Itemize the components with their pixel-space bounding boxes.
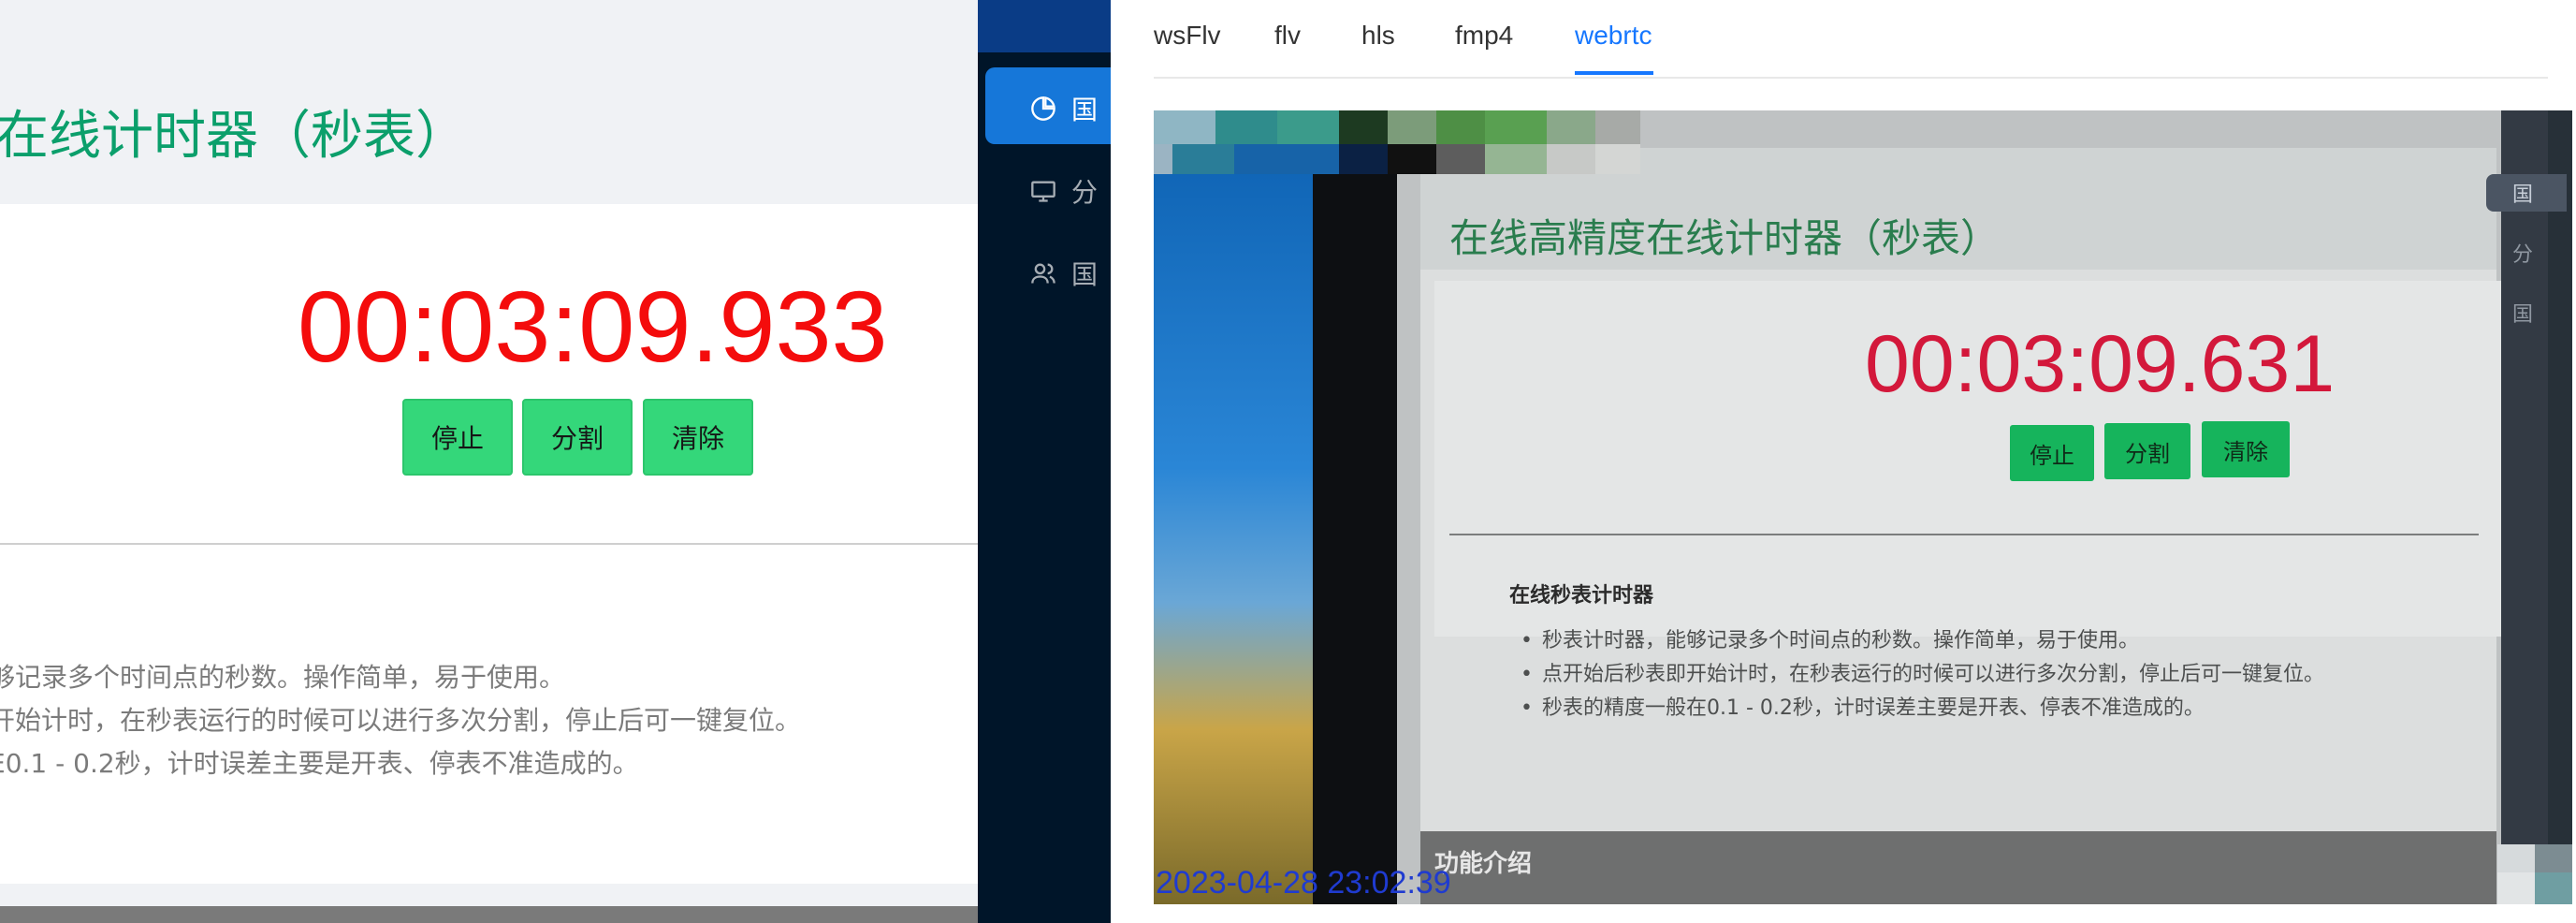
video-timestamp: 2023-04-28 23:02:39 — [1156, 865, 1451, 901]
sidebar-item-1[interactable]: 国 — [1030, 90, 1111, 127]
captured-list-item: 秒表的精度一般在0.1 - 0.2秒，计时误差主要是开表、停表不准造成的。 — [1521, 698, 2205, 719]
stop-button[interactable]: 停止 — [402, 399, 513, 476]
privacy-mosaic — [1154, 110, 1640, 174]
captured-stopwatch: 00:03:09.631 — [1865, 319, 2336, 409]
stopwatch-display: 00:03:09.933 — [298, 270, 888, 383]
privacy-mosaic — [2497, 844, 2572, 904]
description-line: 够记录多个时间点的秒数。操作简单，易于使用。 — [0, 662, 566, 693]
video-player[interactable]: 在线高精度在线计时器（秒表） 00:03:09.631 停止 分割 清除 在线秒… — [1154, 110, 2572, 904]
captured-section-heading: 在线秒表计时器 — [1509, 584, 1654, 608]
sidebar-item-3[interactable]: 国 — [1030, 255, 1111, 292]
monitor-icon — [1031, 181, 1055, 202]
scrollbar[interactable] — [0, 906, 978, 923]
captured-stop-button: 停止 — [2010, 425, 2094, 481]
sidebar-item-2[interactable]: 分 — [1030, 172, 1111, 210]
captured-footer-bar — [1420, 831, 2496, 904]
captured-sidebar-label: 国 — [2512, 303, 2534, 327]
sidebar-header — [978, 0, 1111, 52]
tab-fmp4[interactable]: fmp4 — [1455, 22, 1513, 49]
clear-button[interactable]: 清除 — [643, 399, 753, 476]
users-icon — [1031, 263, 1055, 284]
tabs-divider — [1154, 77, 2548, 79]
pie-chart-icon — [1031, 96, 1055, 121]
tab-webrtc[interactable]: webrtc — [1575, 22, 1652, 49]
captured-title: 在线高精度在线计时器（秒表） — [1449, 215, 2001, 261]
captured-list-item: 秒表计时器，能够记录多个时间点的秒数。操作简单，易于使用。 — [1521, 631, 2139, 652]
sidebar: 国 分 国 — [978, 0, 1111, 923]
stream-player-panel: wsFlv flv hls fmp4 webrtc 在线高精度在线计时器（秒表）… — [1111, 0, 2576, 923]
sidebar-item-label: 国 — [1071, 95, 1099, 125]
sidebar-item-label: 分 — [1071, 177, 1099, 208]
wallpaper-image — [1154, 110, 1322, 904]
captured-clear-button: 清除 — [2202, 421, 2290, 477]
captured-sidebar-edge — [2548, 110, 2572, 904]
sidebar-item-label: 国 — [1071, 259, 1099, 290]
tab-flv[interactable]: flv — [1274, 22, 1301, 49]
page-title: 在线计时器（秒表） — [0, 106, 468, 167]
description-line: 开始计时，在秒表运行的时候可以进行多次分割，停止后可一键复位。 — [0, 705, 802, 736]
page-header — [0, 0, 978, 204]
split-button[interactable]: 分割 — [522, 399, 633, 476]
active-tab-indicator — [1575, 71, 1653, 75]
description-line: E0.1 - 0.2秒，计时误差主要是开表、停表不准造成的。 — [0, 748, 639, 779]
captured-divider — [1449, 534, 2479, 535]
captured-sidebar-label: 分 — [2512, 243, 2534, 267]
captured-split-button: 分割 — [2104, 423, 2190, 479]
captured-sidebar-label: 国 — [2512, 183, 2534, 207]
tab-wsflv[interactable]: wsFlv — [1154, 22, 1221, 49]
stopwatch-page: 在线计时器（秒表） 00:03:09.933 停止 分割 清除 够记录多个时间点… — [0, 0, 978, 923]
tab-hls[interactable]: hls — [1361, 22, 1395, 49]
captured-list-item: 点开始后秒表即开始计时，在秒表运行的时候可以进行多次分割，停止后可一键复位。 — [1521, 665, 2324, 685]
page-footer — [0, 871, 978, 884]
